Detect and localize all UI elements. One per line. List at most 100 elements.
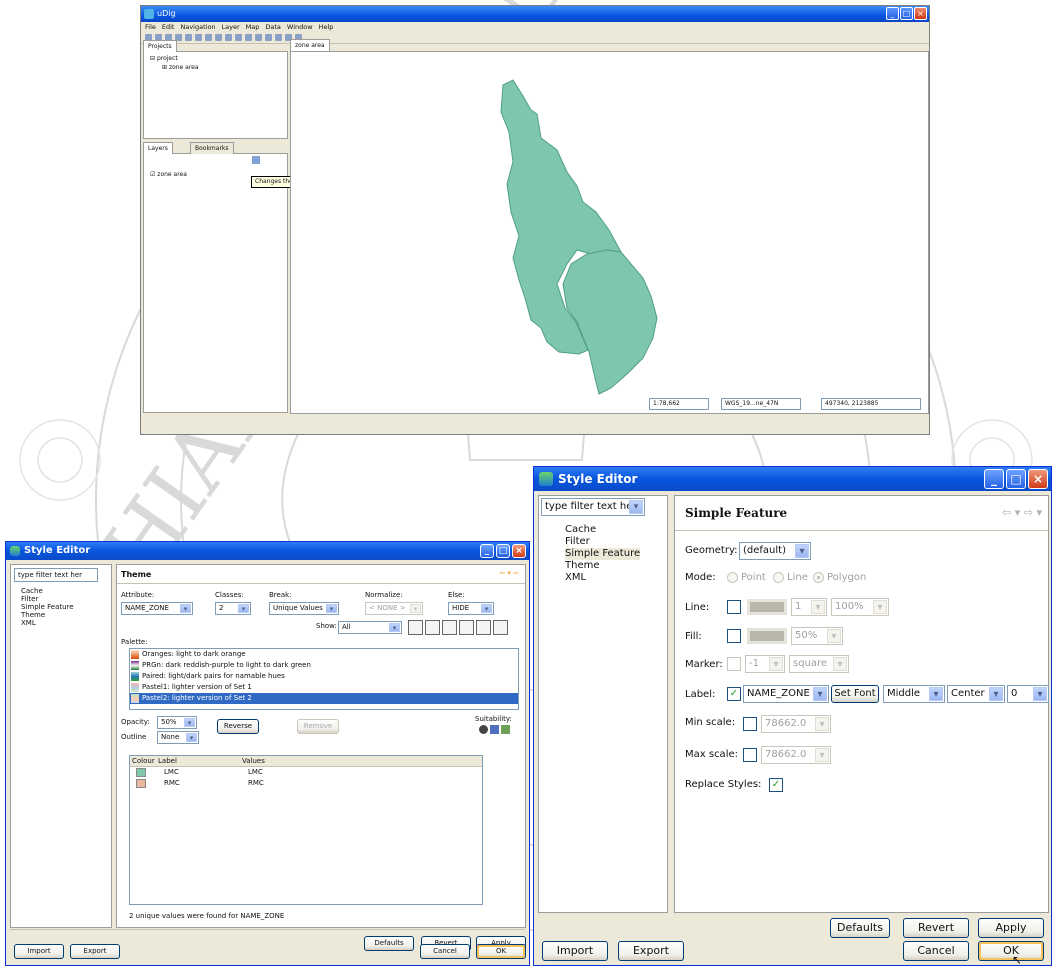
line-width-combo[interactable]: 1 ▾ bbox=[791, 598, 827, 616]
page-filter[interactable]: Filter bbox=[21, 595, 74, 603]
replace-styles-checkbox[interactable]: ✓ bbox=[769, 778, 783, 792]
forward-icon[interactable] bbox=[185, 34, 192, 41]
set-font-button[interactable]: Set Font bbox=[831, 685, 879, 703]
theme-filter-input[interactable]: type filter text her bbox=[14, 568, 98, 582]
row-label[interactable]: LMC bbox=[154, 767, 238, 778]
nav-arrows-icon[interactable]: ⇦ ▾ ⇨ bbox=[499, 569, 519, 577]
print-icon[interactable] bbox=[476, 620, 491, 635]
minimize-icon[interactable]: _ bbox=[480, 544, 494, 558]
fill-opacity-combo[interactable]: 50% ▾ bbox=[791, 627, 843, 645]
create-feature-icon[interactable] bbox=[275, 34, 282, 41]
export-button[interactable]: Export bbox=[618, 941, 684, 961]
simple-filter-input[interactable]: type filter text her ▾ bbox=[541, 498, 645, 516]
line-color-button[interactable] bbox=[747, 599, 787, 615]
minimize-icon[interactable]: _ bbox=[984, 469, 1004, 489]
outline-combo[interactable]: None ▾ bbox=[157, 731, 199, 744]
project-node[interactable]: ⊟ project bbox=[150, 54, 281, 63]
palette-item[interactable]: Paired: light/dark pairs for namable hue… bbox=[130, 671, 518, 682]
page-theme[interactable]: Theme bbox=[565, 560, 640, 572]
else-combo[interactable]: HIDE ▾ bbox=[448, 602, 494, 615]
maximize-icon[interactable]: □ bbox=[1006, 469, 1026, 489]
export-button[interactable]: Export bbox=[70, 944, 120, 959]
menu-data[interactable]: Data bbox=[265, 22, 281, 32]
fill-color-button[interactable] bbox=[747, 628, 787, 644]
remove-button[interactable]: Remove bbox=[297, 719, 339, 734]
palette-item-selected[interactable]: Pastel2: lighter version of Set 2 bbox=[130, 693, 518, 704]
menu-layer[interactable]: Layer bbox=[222, 22, 240, 32]
ok-button[interactable]: OK bbox=[978, 941, 1044, 961]
cancel-button[interactable]: Cancel bbox=[420, 944, 470, 959]
label-rotation-combo[interactable]: 0 ▾ bbox=[1007, 685, 1049, 703]
fill-checkbox[interactable] bbox=[727, 629, 741, 643]
change-style-icon[interactable] bbox=[252, 156, 260, 164]
menu-file[interactable]: File bbox=[145, 22, 156, 32]
revert-button[interactable]: Revert bbox=[903, 918, 969, 938]
menu-map[interactable]: Map bbox=[246, 22, 260, 32]
color-blind-icon[interactable] bbox=[408, 620, 423, 635]
label-attribute-combo[interactable]: NAME_ZONE ▾ bbox=[743, 685, 829, 703]
geometry-combo[interactable]: (default) ▾ bbox=[739, 542, 811, 560]
zone-polygon-rmc[interactable] bbox=[562, 249, 658, 395]
refresh-icon[interactable] bbox=[235, 34, 242, 41]
pan-icon[interactable] bbox=[195, 34, 202, 41]
cancel-button[interactable]: Cancel bbox=[903, 941, 969, 961]
max-scale-checkbox[interactable] bbox=[743, 748, 757, 762]
palette-item[interactable]: Pastel1: lighter version of Set 1 bbox=[130, 682, 518, 693]
minimize-icon[interactable]: _ bbox=[886, 7, 899, 20]
break-combo[interactable]: Unique Values ▾ bbox=[269, 602, 339, 615]
projector-icon[interactable] bbox=[442, 620, 457, 635]
palette-list[interactable]: Oranges: light to dark orange PRGn: dark… bbox=[129, 648, 519, 710]
bookmarks-tab[interactable]: Bookmarks bbox=[190, 142, 234, 154]
row-label[interactable]: RMC bbox=[154, 778, 238, 789]
select-icon[interactable] bbox=[255, 34, 262, 41]
label-vertical-combo[interactable]: Middle ▾ bbox=[883, 685, 945, 703]
max-scale-combo[interactable]: 78662.0 ▾ bbox=[761, 746, 831, 764]
reverse-button[interactable]: Reverse bbox=[217, 719, 259, 734]
maximize-icon[interactable]: □ bbox=[496, 544, 510, 558]
defaults-button[interactable]: Defaults bbox=[830, 918, 890, 938]
menu-help[interactable]: Help bbox=[319, 22, 334, 32]
line-checkbox[interactable] bbox=[727, 600, 741, 614]
min-scale-combo[interactable]: 78662.0 ▾ bbox=[761, 715, 831, 733]
table-row[interactable]: RMC RMC bbox=[130, 778, 482, 789]
mode-line-radio[interactable] bbox=[773, 572, 784, 583]
projects-tab[interactable]: Projects bbox=[143, 40, 177, 52]
crt-icon[interactable] bbox=[425, 620, 440, 635]
zoom-in-icon[interactable] bbox=[205, 34, 212, 41]
menu-window[interactable]: Window bbox=[287, 22, 313, 32]
map-tab[interactable]: zone area bbox=[290, 39, 330, 51]
crs-field[interactable]: WGS_19...ne_47N bbox=[721, 398, 801, 410]
layers-tab[interactable]: Layers bbox=[143, 142, 173, 154]
marker-size-combo[interactable]: -1 ▾ bbox=[745, 655, 785, 673]
defaults-button[interactable]: Defaults bbox=[364, 936, 414, 951]
page-xml[interactable]: XML bbox=[565, 572, 640, 584]
import-button[interactable]: Import bbox=[542, 941, 608, 961]
palette-item[interactable]: Oranges: light to dark orange bbox=[130, 649, 518, 660]
marker-checkbox[interactable] bbox=[727, 657, 741, 671]
page-filter[interactable]: Filter bbox=[565, 536, 640, 548]
mode-polygon-radio[interactable] bbox=[813, 572, 824, 583]
marker-shape-combo[interactable]: square ▾ bbox=[789, 655, 849, 673]
zoom-out-icon[interactable] bbox=[215, 34, 222, 41]
min-scale-checkbox[interactable] bbox=[743, 717, 757, 731]
lmc-swatch[interactable] bbox=[136, 768, 146, 777]
scale-field[interactable]: 1:78,662 bbox=[649, 398, 709, 410]
page-simple-feature[interactable]: Simple Feature bbox=[565, 548, 641, 560]
page-cache[interactable]: Cache bbox=[565, 524, 640, 536]
page-cache[interactable]: Cache bbox=[21, 587, 74, 595]
lcd-icon[interactable] bbox=[459, 620, 474, 635]
zoom-extent-icon[interactable] bbox=[225, 34, 232, 41]
maximize-icon[interactable]: □ bbox=[900, 7, 913, 20]
ok-button[interactable]: OK bbox=[476, 944, 526, 959]
menu-edit[interactable]: Edit bbox=[162, 22, 175, 32]
close-icon[interactable]: × bbox=[914, 7, 927, 20]
show-combo[interactable]: All ▾ bbox=[338, 621, 402, 634]
page-simple-feature[interactable]: Simple Feature bbox=[21, 603, 74, 611]
edit-geometry-icon[interactable] bbox=[265, 34, 272, 41]
page-theme[interactable]: Theme bbox=[21, 611, 74, 619]
close-icon[interactable]: × bbox=[1028, 469, 1048, 489]
rmc-swatch[interactable] bbox=[136, 779, 146, 788]
menu-navigation[interactable]: Navigation bbox=[180, 22, 215, 32]
label-checkbox[interactable]: ✓ bbox=[727, 687, 741, 701]
map-canvas[interactable] bbox=[290, 51, 929, 414]
